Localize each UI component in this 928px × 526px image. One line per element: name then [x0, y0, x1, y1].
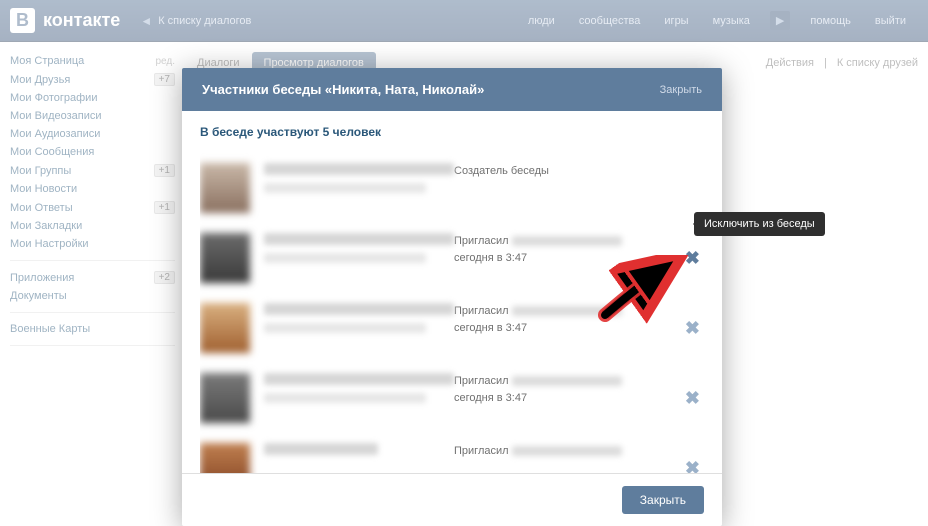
avatar[interactable] — [200, 373, 250, 423]
tooltip-exclude: Исключить из беседы — [694, 212, 825, 236]
modal-close-link[interactable]: Закрыть — [660, 84, 702, 96]
remove-participant-icon[interactable]: ✖ — [681, 318, 704, 339]
participant-row: Пригласил ✖ — [200, 433, 704, 473]
participants-list: Создатель беседы Пригласил сегодня в 3:4… — [200, 153, 722, 473]
participant-row: Создатель беседы — [200, 153, 704, 223]
participant-row: Пригласил сегодня в 3:47 ✖ — [200, 363, 704, 433]
modal-header: Участники беседы «Никита, Ната, Николай»… — [182, 68, 722, 111]
participant-name-blurred — [264, 443, 454, 463]
close-button[interactable]: Закрыть — [622, 486, 704, 514]
avatar[interactable] — [200, 233, 250, 283]
avatar[interactable] — [200, 443, 250, 473]
participant-role: Создатель беседы — [454, 163, 704, 180]
participant-row: Пригласил сегодня в 3:47 ✖ — [200, 293, 704, 363]
participant-invited-by: Пригласил — [454, 443, 681, 460]
avatar[interactable] — [200, 163, 250, 213]
participant-name-blurred — [264, 373, 454, 403]
participant-row: Пригласил сегодня в 3:47 ✖ — [200, 223, 704, 293]
avatar[interactable] — [200, 303, 250, 353]
remove-participant-icon[interactable]: ✖ — [681, 248, 704, 269]
participants-modal: Участники беседы «Никита, Ната, Николай»… — [182, 68, 722, 526]
modal-subtitle: В беседе участвуют 5 человек — [200, 111, 722, 153]
remove-participant-icon[interactable]: ✖ — [681, 458, 704, 474]
participant-invited-by: Пригласил сегодня в 3:47 — [454, 233, 681, 266]
modal-footer: Закрыть — [182, 473, 722, 526]
participant-name-blurred — [264, 303, 454, 333]
participant-name-blurred — [264, 233, 454, 263]
participant-name-blurred — [264, 163, 454, 193]
participant-invited-by: Пригласил сегодня в 3:47 — [454, 303, 681, 336]
participant-invited-by: Пригласил сегодня в 3:47 — [454, 373, 681, 406]
remove-participant-icon[interactable]: ✖ — [681, 388, 704, 409]
modal-title: Участники беседы «Никита, Ната, Николай» — [202, 82, 660, 97]
